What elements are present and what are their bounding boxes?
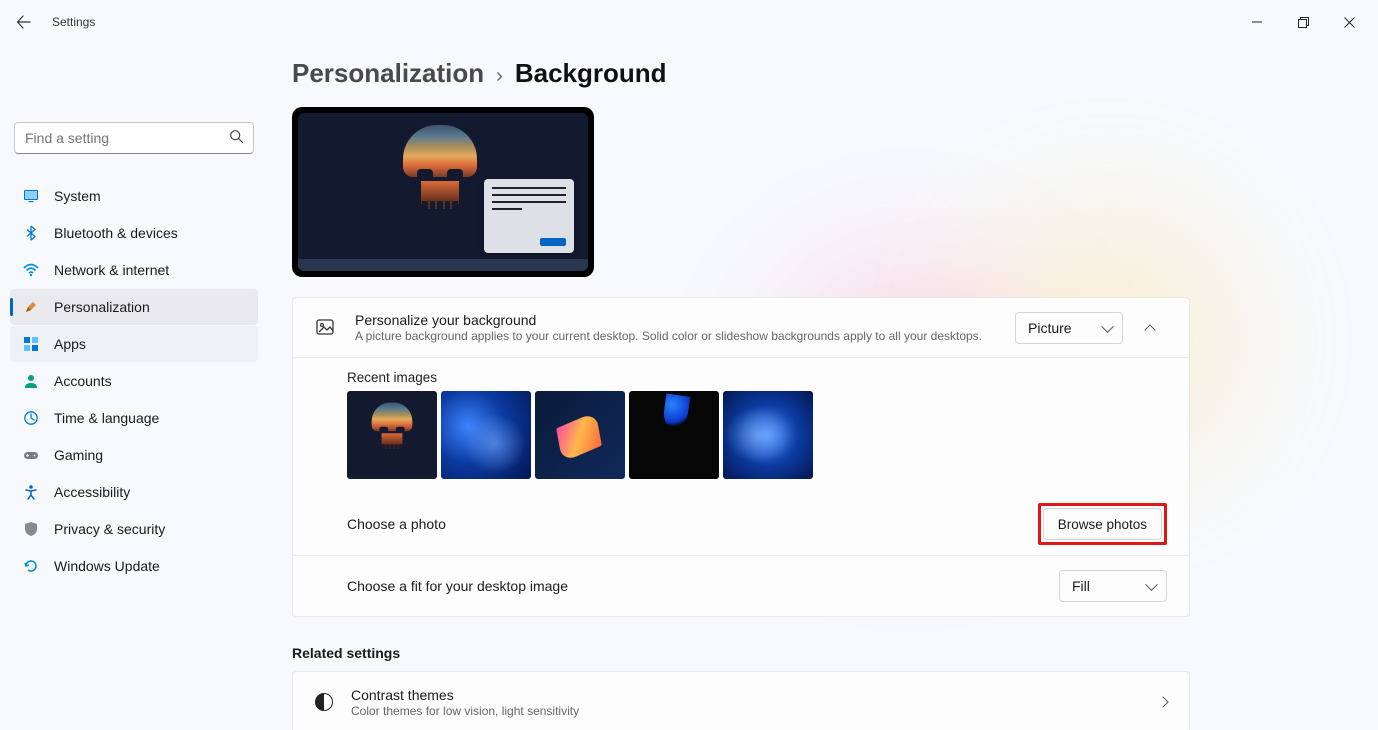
contrast-icon xyxy=(315,693,333,711)
recent-image-thumbnail[interactable] xyxy=(441,391,531,479)
personalize-subtitle: A picture background applies to your cur… xyxy=(355,329,1015,343)
sidebar-item-label: Accounts xyxy=(54,373,112,389)
sidebar-item-label: Time & language xyxy=(54,410,159,426)
paintbrush-icon xyxy=(22,298,40,316)
choose-fit-row: Choose a fit for your desktop image Fill xyxy=(293,556,1189,616)
close-button[interactable] xyxy=(1326,6,1372,38)
sidebar-item-update[interactable]: Windows Update xyxy=(10,548,258,584)
image-icon xyxy=(315,317,337,339)
search-wrap xyxy=(14,122,254,154)
close-icon xyxy=(1344,17,1355,28)
arrow-left-icon xyxy=(16,14,32,30)
sidebar-item-label: Privacy & security xyxy=(54,521,165,537)
sidebar-item-privacy[interactable]: Privacy & security xyxy=(10,511,258,547)
background-settings-card: Personalize your background A picture ba… xyxy=(292,297,1190,617)
contrast-title: Contrast themes xyxy=(351,687,1159,703)
minimize-icon xyxy=(1252,17,1262,27)
desktop-preview xyxy=(292,107,594,277)
background-type-dropdown[interactable]: Picture xyxy=(1015,312,1123,344)
sidebar-item-accessibility[interactable]: Accessibility xyxy=(10,474,258,510)
highlight-annotation: Browse photos xyxy=(1038,503,1167,545)
sidebar-item-label: Bluetooth & devices xyxy=(54,225,178,241)
dropdown-value: Fill xyxy=(1072,578,1090,594)
person-icon xyxy=(22,372,40,390)
maximize-icon xyxy=(1298,17,1309,28)
sidebar-item-accounts[interactable]: Accounts xyxy=(10,363,258,399)
sidebar-item-gaming[interactable]: Gaming xyxy=(10,437,258,473)
personalize-background-row: Personalize your background A picture ba… xyxy=(293,298,1189,358)
sidebar-item-network[interactable]: Network & internet xyxy=(10,252,258,288)
related-settings-heading: Related settings xyxy=(292,645,1348,661)
choose-photo-row: Choose a photo Browse photos xyxy=(293,493,1189,556)
sidebar-item-time[interactable]: Time & language xyxy=(10,400,258,436)
contrast-themes-card[interactable]: Contrast themes Color themes for low vis… xyxy=(292,671,1190,730)
recent-image-thumbnail[interactable] xyxy=(535,391,625,479)
gamepad-icon xyxy=(22,446,40,464)
accessibility-icon xyxy=(22,483,40,501)
window-title: Settings xyxy=(52,15,95,29)
sidebar-item-system[interactable]: System xyxy=(10,178,258,214)
sidebar-item-personalization[interactable]: Personalization xyxy=(10,289,258,325)
nav-list: System Bluetooth & devices Network & int… xyxy=(10,178,258,584)
sidebar-item-apps[interactable]: Apps xyxy=(10,326,258,362)
browse-photos-button[interactable]: Browse photos xyxy=(1043,508,1162,540)
choose-photo-label: Choose a photo xyxy=(347,516,1038,532)
choose-fit-label: Choose a fit for your desktop image xyxy=(347,578,1059,594)
window-controls xyxy=(1234,6,1372,38)
system-icon xyxy=(22,187,40,205)
sidebar-item-label: Network & internet xyxy=(54,262,169,278)
breadcrumb: Personalization › Background xyxy=(292,58,1348,89)
contrast-subtitle: Color themes for low vision, light sensi… xyxy=(351,704,1159,718)
page-title: Background xyxy=(515,58,667,89)
sidebar-item-label: Accessibility xyxy=(54,484,130,500)
dropdown-value: Picture xyxy=(1028,320,1072,336)
content-area: Personalization › Background xyxy=(268,44,1378,730)
sidebar-item-label: System xyxy=(54,188,101,204)
personalize-title: Personalize your background xyxy=(355,312,1015,328)
recent-images-section: Recent images xyxy=(293,358,1189,493)
wifi-icon xyxy=(22,261,40,279)
sidebar-item-label: Windows Update xyxy=(54,558,160,574)
search-input[interactable] xyxy=(14,122,254,154)
sidebar-item-label: Gaming xyxy=(54,447,103,463)
recent-images-label: Recent images xyxy=(347,370,1189,385)
titlebar: Settings xyxy=(0,0,1378,44)
sidebar-item-bluetooth[interactable]: Bluetooth & devices xyxy=(10,215,258,251)
recent-image-thumbnail[interactable] xyxy=(723,391,813,479)
sidebar-item-label: Personalization xyxy=(54,299,150,315)
sidebar-item-label: Apps xyxy=(54,336,86,352)
breadcrumb-parent[interactable]: Personalization xyxy=(292,58,484,89)
collapse-button[interactable] xyxy=(1133,311,1167,345)
fit-dropdown[interactable]: Fill xyxy=(1059,570,1167,602)
maximize-button[interactable] xyxy=(1280,6,1326,38)
bluetooth-icon xyxy=(22,224,40,242)
chevron-right-icon xyxy=(1157,696,1168,707)
recent-image-thumbnail[interactable] xyxy=(347,391,437,479)
chevron-up-icon xyxy=(1144,324,1155,335)
shield-icon xyxy=(22,520,40,538)
sidebar: System Bluetooth & devices Network & int… xyxy=(0,44,268,730)
chevron-right-icon: › xyxy=(496,65,503,88)
minimize-button[interactable] xyxy=(1234,6,1280,38)
back-button[interactable] xyxy=(6,4,42,40)
clock-globe-icon xyxy=(22,409,40,427)
recent-image-thumbnail[interactable] xyxy=(629,391,719,479)
update-icon xyxy=(22,557,40,575)
apps-icon xyxy=(22,335,40,353)
